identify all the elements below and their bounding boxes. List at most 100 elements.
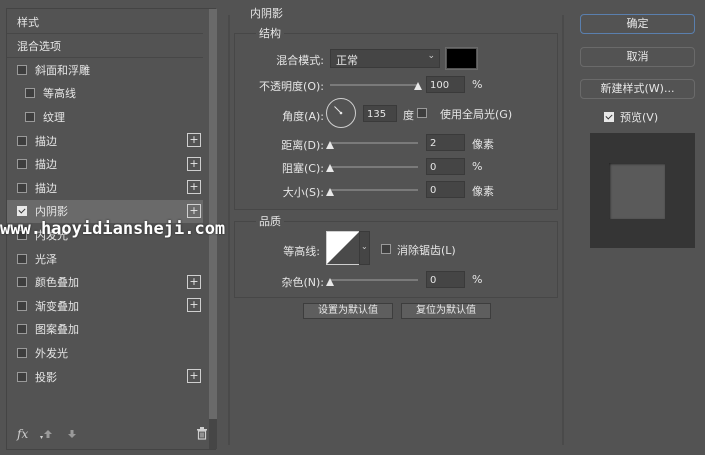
panel-divider <box>228 15 230 445</box>
opacity-slider[interactable] <box>330 84 418 86</box>
styles-scrollbar-thumb[interactable] <box>209 9 217 419</box>
style-item[interactable]: 投影 + <box>7 365 203 388</box>
preview-checkbox[interactable] <box>604 112 614 122</box>
add-style-icon[interactable]: + <box>187 298 201 313</box>
style-item-label: 图案叠加 <box>35 323 79 337</box>
fx-icon[interactable]: fx <box>17 427 28 441</box>
opacity-unit: % <box>472 78 483 91</box>
style-item-checkbox[interactable] <box>17 135 27 146</box>
choke-slider-thumb[interactable] <box>326 164 334 172</box>
style-item-label: 等高线 <box>43 87 76 101</box>
size-slider[interactable] <box>330 189 418 191</box>
global-light-checkbox[interactable] <box>417 108 427 118</box>
distance-slider-thumb[interactable] <box>326 141 334 149</box>
style-item[interactable]: 描边 + <box>7 176 203 199</box>
style-item-checkbox[interactable] <box>17 206 27 217</box>
new-style-button[interactable]: 新建样式(W)... <box>580 79 695 99</box>
arrow-up-icon[interactable] <box>43 429 53 439</box>
add-style-icon[interactable]: + <box>187 156 201 171</box>
style-item-checkbox[interactable] <box>17 371 27 382</box>
style-item-checkbox[interactable] <box>17 300 27 311</box>
quality-legend: 品质 <box>256 213 284 229</box>
contour-preview[interactable] <box>326 231 360 265</box>
style-item[interactable]: 外发光 <box>7 341 203 364</box>
chevron-down-icon: ⌄ <box>361 242 368 251</box>
cancel-button[interactable]: 取消 <box>580 47 695 67</box>
section-title: 内阴影 <box>250 7 283 20</box>
add-style-icon[interactable]: + <box>187 369 201 383</box>
choke-unit: % <box>472 160 483 173</box>
panel-divider <box>562 15 564 445</box>
style-item-checkbox[interactable] <box>17 253 27 264</box>
style-item-label: 描边 <box>35 181 57 195</box>
style-item-checkbox[interactable] <box>17 347 27 358</box>
style-item-label: 样式 <box>17 16 39 29</box>
style-preview-swatch <box>609 163 665 219</box>
noise-slider[interactable] <box>330 279 418 281</box>
trash-icon[interactable] <box>196 427 208 440</box>
chevron-down-icon: ⌄ <box>427 51 435 61</box>
style-item[interactable]: 图案叠加 <box>7 318 203 341</box>
style-item-label: 内阴影 <box>35 205 68 219</box>
add-style-icon[interactable]: + <box>187 133 201 147</box>
structure-legend: 结构 <box>256 25 284 41</box>
style-item[interactable]: 描边 + <box>7 153 203 176</box>
choke-label: 阻塞(C): <box>282 162 324 175</box>
make-default-button[interactable]: 设置为默认值 <box>303 303 393 319</box>
preview-label: 预览(V) <box>620 111 659 124</box>
noise-slider-thumb[interactable] <box>326 278 334 286</box>
style-item[interactable]: 渐变叠加 + <box>7 294 203 317</box>
style-item[interactable]: 颜色叠加 + <box>7 271 203 294</box>
reset-default-button[interactable]: 复位为默认值 <box>401 303 491 319</box>
angle-dial[interactable] <box>325 97 357 129</box>
choke-slider[interactable] <box>330 166 418 168</box>
style-item[interactable]: 描边 + <box>7 129 203 152</box>
size-label: 大小(S): <box>282 186 324 199</box>
style-item-checkbox[interactable] <box>17 159 27 170</box>
add-style-icon[interactable]: + <box>187 274 201 289</box>
opacity-input[interactable]: 100 <box>426 76 465 93</box>
style-item[interactable]: 光泽 <box>7 247 203 270</box>
noise-input[interactable]: 0 <box>426 271 465 288</box>
style-item[interactable]: 混合选项 <box>7 35 203 58</box>
shadow-color-swatch[interactable] <box>445 47 478 70</box>
angle-unit: 度 <box>403 109 414 122</box>
size-input[interactable]: 0 <box>426 181 465 198</box>
ok-button[interactable]: 确定 <box>580 14 695 34</box>
style-item[interactable]: 斜面和浮雕 <box>7 58 203 81</box>
distance-input[interactable]: 2 <box>426 134 465 151</box>
angle-input[interactable]: 135 <box>363 105 397 122</box>
style-item-checkbox[interactable] <box>17 324 27 335</box>
style-item-label: 投影 <box>35 370 57 384</box>
blend-mode-label: 混合模式: <box>276 54 324 67</box>
blend-mode-select[interactable]: 正常 ⌄ <box>330 49 440 68</box>
angle-label: 角度(A): <box>282 110 324 123</box>
style-item-checkbox[interactable] <box>17 277 27 288</box>
choke-input[interactable]: 0 <box>426 158 465 175</box>
style-item-label: 光泽 <box>35 252 57 266</box>
distance-slider[interactable] <box>330 142 418 144</box>
style-item-label: 斜面和浮雕 <box>35 63 90 77</box>
contour-label: 等高线: <box>283 245 320 258</box>
arrow-down-icon[interactable] <box>67 429 77 439</box>
add-style-icon[interactable]: + <box>187 203 201 218</box>
antialias-checkbox[interactable] <box>381 244 391 254</box>
style-item[interactable]: 纹理 <box>7 105 203 128</box>
add-style-icon[interactable]: + <box>187 180 201 195</box>
style-item-label: 外发光 <box>35 346 68 360</box>
distance-label: 距离(D): <box>281 139 324 152</box>
style-item-label: 颜色叠加 <box>35 276 79 290</box>
style-item-checkbox[interactable] <box>17 182 27 193</box>
style-item[interactable]: 等高线 <box>7 82 203 105</box>
style-item-checkbox[interactable] <box>25 88 35 99</box>
size-slider-thumb[interactable] <box>326 188 334 196</box>
style-item-label: 描边 <box>35 134 57 148</box>
watermark-text: www.haoyidiansheji.com <box>0 219 226 239</box>
style-item-label: 描边 <box>35 158 57 172</box>
contour-dropdown[interactable]: ⌄ <box>359 231 370 265</box>
opacity-slider-thumb[interactable] <box>414 82 422 90</box>
style-item-checkbox[interactable] <box>25 111 35 122</box>
style-item[interactable]: 样式 <box>7 11 203 34</box>
style-item-label: 混合选项 <box>17 39 61 53</box>
style-item-checkbox[interactable] <box>17 64 27 75</box>
